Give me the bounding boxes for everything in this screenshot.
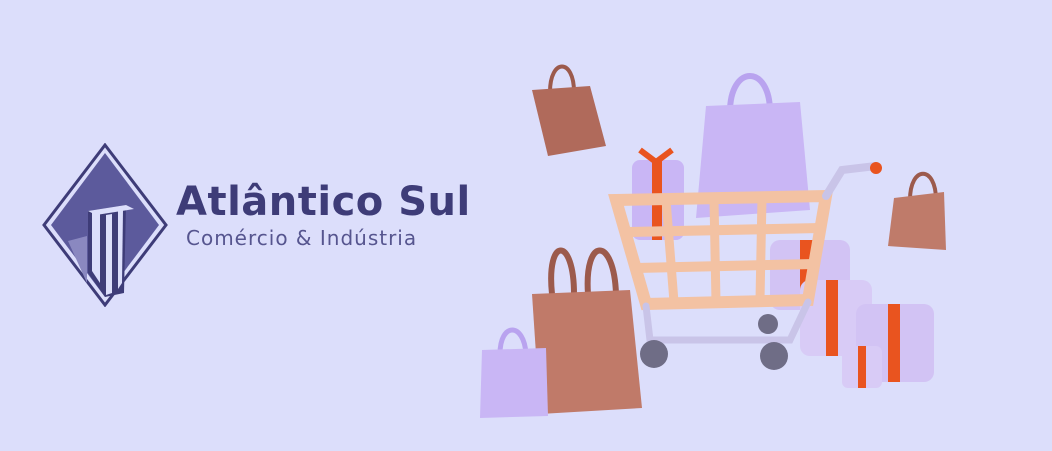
large-brown-bag-icon: [532, 247, 642, 414]
floating-bag-brown-icon: [532, 64, 606, 156]
shopping-illustration: [480, 64, 946, 418]
brand-name: Atlântico Sul: [176, 179, 471, 225]
floating-bag-right-icon: [888, 171, 946, 250]
brand-block: Atlântico Sul Comércio & Indústria: [176, 180, 471, 250]
logo-diamond-building-icon: [42, 143, 168, 307]
brand-tagline: Comércio & Indústria: [186, 226, 418, 250]
